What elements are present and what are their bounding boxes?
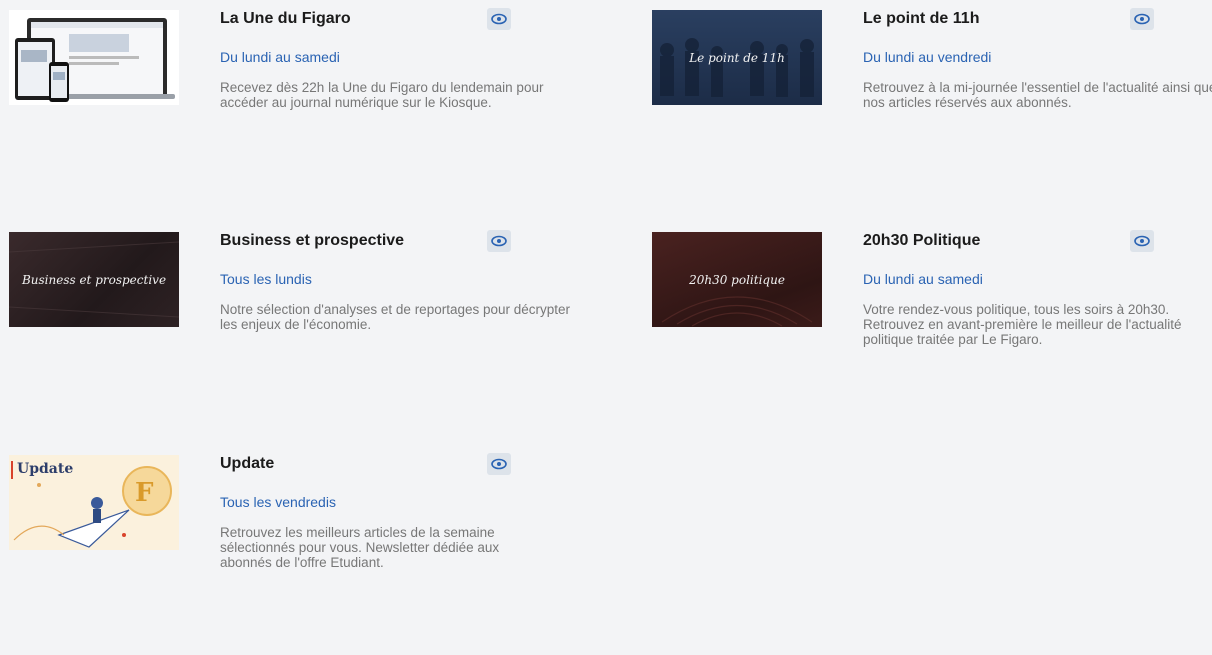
newsletter-thumbnail: 20h30 politique bbox=[652, 232, 822, 327]
newsletter-frequency: Du lundi au samedi bbox=[863, 271, 983, 287]
newsletter-description: Votre rendez-vous politique, tous les so… bbox=[863, 302, 1182, 347]
newsletter-card: La Une du Figaro Du lundi au samedi Rece… bbox=[9, 8, 569, 210]
newsletter-description: Notre sélection d'analyses et de reporta… bbox=[220, 302, 571, 332]
newsletter-title: Le point de 11h bbox=[863, 10, 980, 27]
thumbnail-label: Update bbox=[17, 461, 74, 477]
thumbnail-label: Business et prospective bbox=[21, 272, 167, 287]
thumbnail-label: Le point de 11h bbox=[689, 50, 785, 65]
preview-button[interactable] bbox=[1130, 8, 1154, 30]
newsletter-description: Retrouvez les meilleurs articles de la s… bbox=[220, 525, 500, 570]
eye-icon bbox=[491, 13, 507, 25]
newsletter-thumbnail: F Update bbox=[9, 455, 179, 550]
newsletter-frequency: Tous les vendredis bbox=[220, 494, 336, 510]
newsletter-frequency: Du lundi au vendredi bbox=[863, 49, 992, 65]
eye-icon bbox=[491, 235, 507, 247]
eye-icon bbox=[1134, 235, 1150, 247]
newsletter-card: F Update Update Tous les vendredis Retro… bbox=[9, 453, 569, 655]
preview-button[interactable] bbox=[487, 8, 511, 30]
newsletter-card: 20h30 politique 20h30 Politique Du lundi… bbox=[652, 230, 1212, 432]
newsletter-title: Business et prospective bbox=[220, 232, 405, 249]
thumbnail-label: 20h30 politique bbox=[689, 272, 785, 287]
preview-button[interactable] bbox=[487, 453, 511, 475]
newsletter-thumbnail: Le point de 11h bbox=[652, 10, 822, 105]
newsletter-thumbnail-devices bbox=[9, 10, 179, 105]
newsletter-description: Retrouvez à la mi-journée l'essentiel de… bbox=[863, 80, 1212, 110]
newsletter-frequency: Tous les lundis bbox=[220, 271, 312, 287]
eye-icon bbox=[1134, 13, 1150, 25]
newsletter-frequency: Du lundi au samedi bbox=[220, 49, 340, 65]
newsletter-card: Business et prospective Business et pros… bbox=[9, 230, 570, 432]
svg-text:F: F bbox=[135, 478, 154, 508]
eye-icon bbox=[491, 458, 507, 470]
newsletter-thumbnail: Business et prospective bbox=[9, 232, 179, 327]
newsletter-description: Recevez dès 22h la Une du Figaro du lend… bbox=[220, 80, 544, 110]
preview-button[interactable] bbox=[1130, 230, 1154, 252]
newsletter-title: Update bbox=[220, 455, 275, 472]
preview-button[interactable] bbox=[487, 230, 511, 252]
newsletter-title: La Une du Figaro bbox=[220, 10, 351, 27]
newsletter-card: Le point de 11h Le point de 11h Du lundi… bbox=[652, 8, 1212, 210]
newsletter-title: 20h30 Politique bbox=[863, 232, 981, 249]
devices-illustration bbox=[15, 18, 175, 102]
